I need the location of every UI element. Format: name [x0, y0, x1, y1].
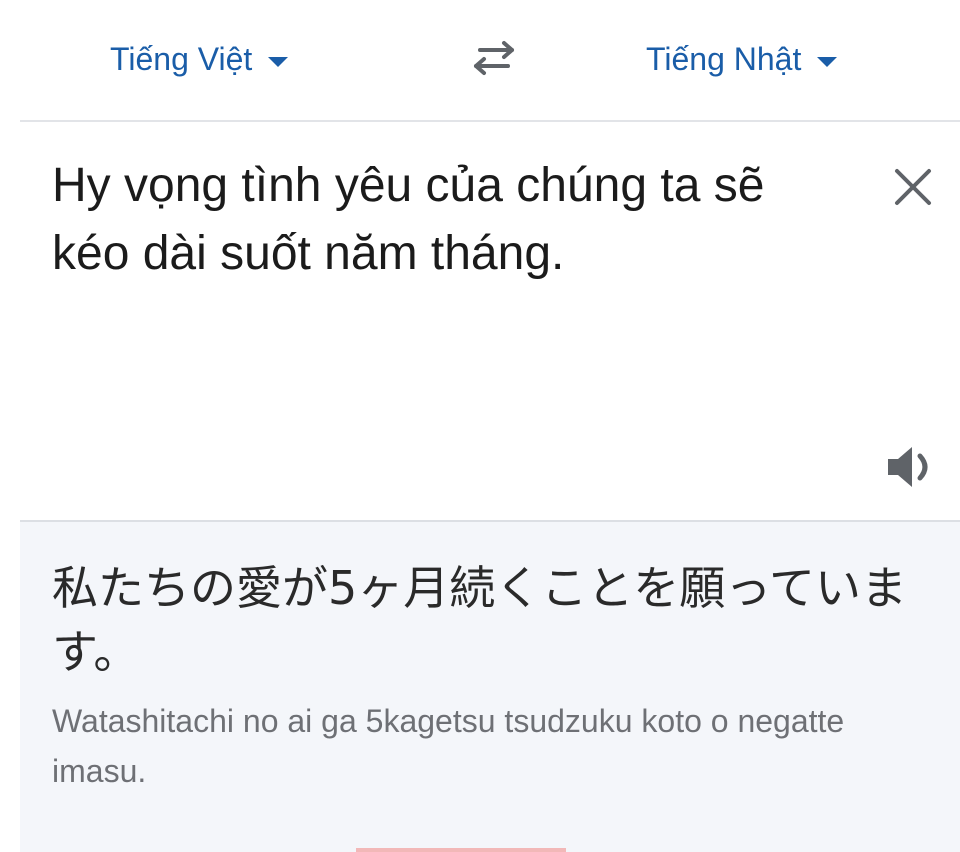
source-language-label: Tiếng Việt — [110, 40, 253, 77]
listen-source-button[interactable] — [884, 440, 940, 494]
romanization-text: Watashitachi no ai ga 5kagetsu tsudzuku … — [52, 703, 845, 789]
caret-down-icon — [817, 57, 838, 67]
language-bar: Tiếng Việt Tiếng Nhật — [0, 0, 960, 120]
translate-app: Tiếng Việt Tiếng Nhật Hy vọng tình yêu c… — [0, 0, 960, 852]
caret-down-icon — [268, 57, 289, 67]
close-icon — [895, 169, 931, 205]
source-language-selector[interactable]: Tiếng Việt — [110, 34, 289, 84]
output-panel: 私たちの愛が5ヶ月続くことを願っています。 Watashitachi no ai… — [20, 522, 960, 852]
input-panel[interactable]: Hy vọng tình yêu của chúng ta sẽ kéo dài… — [0, 122, 960, 520]
swap-arrows-icon — [474, 41, 514, 75]
swap-languages-button[interactable] — [466, 38, 522, 78]
source-text[interactable]: Hy vọng tình yêu của chúng ta sẽ kéo dài… — [52, 152, 832, 288]
speaker-icon — [888, 447, 928, 487]
bottom-edge-highlight — [356, 848, 566, 852]
translated-text[interactable]: 私たちの愛が5ヶ月続くことを願っています。 — [52, 556, 932, 684]
clear-input-button[interactable] — [890, 164, 936, 210]
target-language-label: Tiếng Nhật — [646, 40, 802, 77]
target-language-selector[interactable]: Tiếng Nhật — [646, 34, 838, 84]
